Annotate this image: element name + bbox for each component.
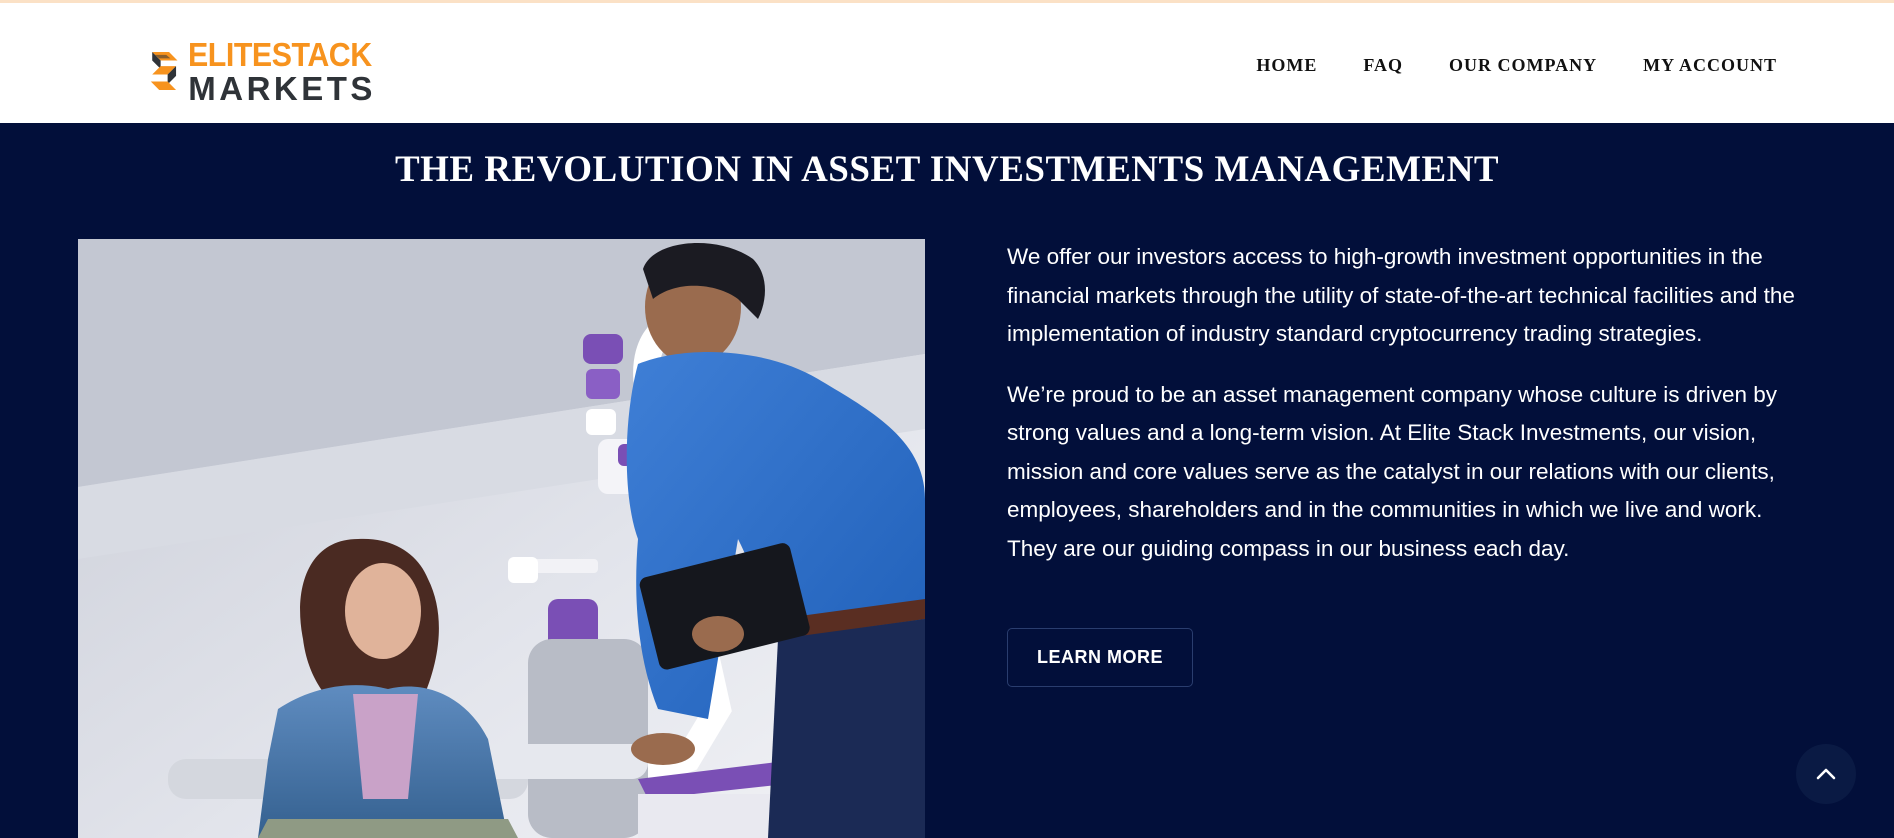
chevron-up-icon	[1816, 768, 1836, 780]
main-nav: HOME FAQ OUR COMPANY MY ACCOUNT	[1256, 55, 1777, 76]
site-header: ELITESTACK MARKETS HOME FAQ OUR COMPANY …	[0, 3, 1894, 123]
hero-paragraph-1: We offer our investors access to high-gr…	[1007, 244, 1795, 346]
logo-wordmark: ELITESTACK MARKETS	[188, 38, 388, 105]
nav-home[interactable]: HOME	[1256, 55, 1317, 76]
logo-line-markets: MARKETS	[188, 69, 376, 107]
learn-more-button[interactable]: LEARN MORE	[1007, 628, 1193, 687]
hero-title: THE REVOLUTION IN ASSET INVESTMENTS MANA…	[394, 149, 1500, 190]
nav-our-company[interactable]: OUR COMPANY	[1449, 55, 1597, 76]
photo-clinic-consultation-icon	[78, 239, 925, 838]
hero-photo	[78, 239, 925, 838]
scroll-to-top-button[interactable]	[1796, 744, 1856, 804]
nav-my-account[interactable]: MY ACCOUNT	[1643, 55, 1777, 76]
brand-logo[interactable]: ELITESTACK MARKETS	[148, 38, 388, 105]
hero-paragraph-2: We’re proud to be an asset management co…	[1007, 381, 1777, 561]
logo-mark-icon	[150, 52, 178, 90]
logo-line-elitestack: ELITESTACK	[188, 35, 373, 73]
nav-faq[interactable]: FAQ	[1363, 55, 1403, 76]
hero-text-column: We offer our investors access to high-gr…	[1007, 238, 1797, 590]
